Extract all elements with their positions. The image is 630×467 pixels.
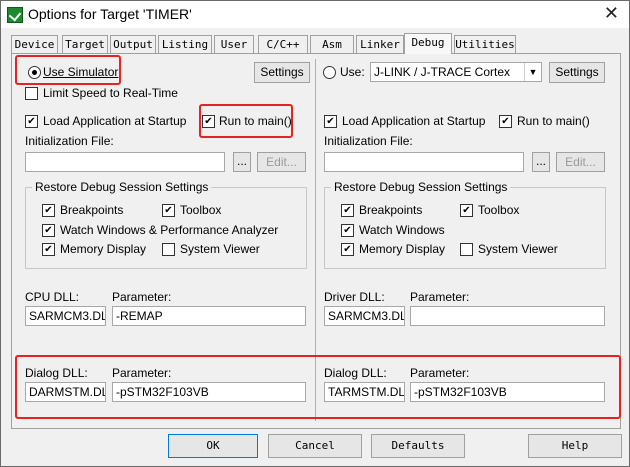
cpu-dll-input[interactable]: SARMCM3.DLL (25, 306, 106, 326)
cpu-param-input[interactable]: -REMAP (112, 306, 306, 326)
right-load-app-checkbox[interactable]: ✔ (324, 115, 337, 128)
driver-dll-label: Driver DLL: (324, 290, 385, 304)
window-title: Options for Target 'TIMER' (28, 6, 192, 22)
init-file-browse-button[interactable]: ... (233, 152, 251, 172)
driver-param-label: Parameter: (410, 290, 470, 304)
column-divider (315, 59, 316, 421)
app-icon (7, 7, 23, 23)
dialog-param-label: Parameter: (112, 366, 172, 380)
right-system-viewer-checkbox[interactable] (460, 243, 473, 256)
init-file-edit-button[interactable]: Edit... (257, 152, 306, 172)
run-to-main-label: Run to main() (219, 114, 292, 128)
use-driver-label: Use: (340, 65, 365, 79)
init-file-input[interactable] (25, 152, 225, 172)
cpu-param-label: Parameter: (112, 290, 172, 304)
help-button[interactable]: Help (528, 434, 622, 458)
dialog-param-input[interactable]: -pSTM32F103VB (112, 382, 306, 402)
driver-param-input[interactable] (410, 306, 605, 326)
right-run-to-main-label: Run to main() (517, 114, 590, 128)
right-watch-windows-checkbox[interactable]: ✔ (341, 224, 354, 237)
breakpoints-label: Breakpoints (60, 203, 124, 217)
right-toolbox-label: Toolbox (478, 203, 520, 217)
tab-cc[interactable]: C/C++ (258, 35, 308, 53)
chevron-down-icon[interactable]: ▼ (524, 63, 541, 81)
toolbox-label: Toolbox (180, 203, 222, 217)
tab-user[interactable]: User (214, 35, 254, 53)
right-init-file-edit-button[interactable]: Edit... (556, 152, 605, 172)
tab-device[interactable]: Device (11, 35, 58, 53)
tab-output[interactable]: Output (110, 35, 156, 53)
right-breakpoints-checkbox[interactable]: ✔ (341, 204, 354, 217)
tab-target[interactable]: Target (62, 35, 108, 53)
init-file-label: Initialization File: (25, 134, 114, 148)
right-memory-display-label: Memory Display (359, 242, 446, 256)
driver-dll-input[interactable]: SARMCM3.DLL (324, 306, 405, 326)
tab-linker[interactable]: Linker (356, 35, 404, 53)
right-dialog-param-input[interactable]: -pSTM32F103VB (410, 382, 605, 402)
tab-debug[interactable]: Debug (404, 33, 452, 54)
use-driver-radio[interactable] (323, 66, 336, 79)
watch-windows-checkbox[interactable]: ✔ (42, 224, 55, 237)
right-breakpoints-label: Breakpoints (359, 203, 423, 217)
load-app-label: Load Application at Startup (43, 114, 187, 128)
simulator-settings-button[interactable]: Settings (254, 62, 310, 83)
right-watch-windows-label: Watch Windows (359, 223, 445, 237)
options-dialog: Options for Target 'TIMER' ✕ Device Targ… (0, 0, 630, 467)
dialog-dll-input[interactable]: DARMSTM.DLL (25, 382, 106, 402)
defaults-button[interactable]: Defaults (371, 434, 465, 458)
memory-display-label: Memory Display (60, 242, 147, 256)
run-to-main-checkbox[interactable]: ✔ (202, 115, 215, 128)
driver-select[interactable]: J-LINK / J-TRACE Cortex ▼ (370, 62, 542, 82)
tab-listing[interactable]: Listing (158, 35, 212, 53)
right-system-viewer-label: System Viewer (478, 242, 558, 256)
system-viewer-label: System Viewer (180, 242, 260, 256)
limit-speed-label: Limit Speed to Real-Time (43, 86, 178, 100)
toolbox-checkbox[interactable]: ✔ (162, 204, 175, 217)
limit-speed-checkbox[interactable] (25, 87, 38, 100)
tab-asm[interactable]: Asm (310, 35, 354, 53)
right-init-file-input[interactable] (324, 152, 524, 172)
right-toolbox-checkbox[interactable]: ✔ (460, 204, 473, 217)
close-icon[interactable]: ✕ (604, 3, 619, 24)
driver-select-value: J-LINK / J-TRACE Cortex (374, 65, 511, 79)
memory-display-checkbox[interactable]: ✔ (42, 243, 55, 256)
tab-utilities[interactable]: Utilities (454, 35, 516, 53)
use-simulator-radio[interactable] (28, 66, 41, 79)
title-bar: Options for Target 'TIMER' ✕ (1, 1, 629, 28)
watch-windows-label: Watch Windows & Performance Analyzer (60, 223, 279, 237)
dialog-dll-label: Dialog DLL: (25, 366, 88, 380)
right-restore-group-title: Restore Debug Session Settings (331, 180, 511, 194)
right-init-file-label: Initialization File: (324, 134, 413, 148)
driver-settings-button[interactable]: Settings (549, 62, 605, 83)
right-memory-display-checkbox[interactable]: ✔ (341, 243, 354, 256)
ok-button[interactable]: OK (168, 434, 258, 458)
breakpoints-checkbox[interactable]: ✔ (42, 204, 55, 217)
right-load-app-label: Load Application at Startup (342, 114, 486, 128)
system-viewer-checkbox[interactable] (162, 243, 175, 256)
cpu-dll-label: CPU DLL: (25, 290, 80, 304)
restore-group-title: Restore Debug Session Settings (32, 180, 212, 194)
right-init-file-browse-button[interactable]: ... (532, 152, 550, 172)
use-simulator-label: Use Simulator (43, 65, 119, 79)
right-dialog-param-label: Parameter: (410, 366, 470, 380)
right-dialog-dll-label: Dialog DLL: (324, 366, 387, 380)
right-dialog-dll-input[interactable]: TARMSTM.DLL (324, 382, 405, 402)
right-run-to-main-checkbox[interactable]: ✔ (499, 115, 512, 128)
cancel-button[interactable]: Cancel (268, 434, 362, 458)
load-app-checkbox[interactable]: ✔ (25, 115, 38, 128)
